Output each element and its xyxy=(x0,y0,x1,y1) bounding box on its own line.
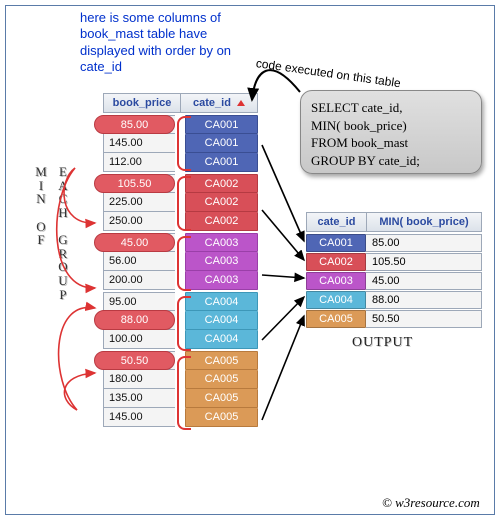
out-min-cell: 105.50 xyxy=(366,253,482,271)
price-cell: 50.50 xyxy=(103,351,175,370)
price-cell: 95.00 xyxy=(103,292,175,311)
col-cate-id: cate_id xyxy=(181,94,257,112)
price-cell: 200.00 xyxy=(103,271,175,290)
cate-cell: CA004 xyxy=(185,292,258,311)
col-book-price: book_price xyxy=(104,94,181,112)
output-row: CA00345.00 xyxy=(306,272,482,290)
sort-asc-icon xyxy=(237,100,245,106)
sql-line: FROM book_mast xyxy=(311,134,471,152)
explanatory-caption: here is some columns of book_mast table … xyxy=(80,10,260,75)
price-cell: 225.00 xyxy=(103,193,175,212)
cate-cell: CA001 xyxy=(185,134,258,153)
price-cell: 105.50 xyxy=(103,174,175,193)
min-highlight-pill: 85.00 xyxy=(94,115,175,134)
cate-cell: CA002 xyxy=(185,174,258,193)
price-cell: 145.00 xyxy=(103,134,175,153)
cate-cell: CA001 xyxy=(185,115,258,134)
output-row: CA002105.50 xyxy=(306,253,482,271)
cate-cell: CA001 xyxy=(185,153,258,172)
min-highlight-pill: 45.00 xyxy=(94,233,175,252)
out-cate-cell: CA004 xyxy=(306,291,366,309)
price-cell: 250.00 xyxy=(103,212,175,231)
price-cell: 180.00 xyxy=(103,370,175,389)
price-cell: 88.00 xyxy=(103,311,175,330)
out-cate-cell: CA002 xyxy=(306,253,366,271)
sql-code-box: SELECT cate_id, MIN( book_price) FROM bo… xyxy=(300,90,482,174)
cate-cell: CA005 xyxy=(185,408,258,427)
group-bracket xyxy=(177,296,191,351)
out-min-cell: 45.00 xyxy=(366,272,482,290)
output-table: cate_id MIN( book_price) CA00185.00CA002… xyxy=(306,212,482,328)
cate-cell: CA004 xyxy=(185,330,258,349)
col-cate-id-label: cate_id xyxy=(193,97,231,109)
min-highlight-pill: 50.50 xyxy=(94,351,175,370)
price-cell: 145.00 xyxy=(103,408,175,427)
cate-cell: CA003 xyxy=(185,252,258,271)
group-bracket xyxy=(177,236,191,291)
input-table-header: book_price cate_id xyxy=(103,93,258,113)
group-bracket xyxy=(177,356,191,430)
cate-cell: CA002 xyxy=(185,212,258,231)
out-min-cell: 85.00 xyxy=(366,234,482,252)
cate-cell: CA002 xyxy=(185,193,258,212)
price-cell: 45.00 xyxy=(103,233,175,252)
copyright-text: © w3resource.com xyxy=(382,495,480,511)
cate-cell: CA005 xyxy=(185,389,258,408)
out-col-cate-id: cate_id xyxy=(307,213,367,231)
output-label: OUTPUT xyxy=(352,335,413,351)
price-cell: 100.00 xyxy=(103,330,175,349)
sql-line: MIN( book_price) xyxy=(311,117,471,135)
price-cell: 135.00 xyxy=(103,389,175,408)
sql-line: SELECT cate_id, xyxy=(311,99,471,117)
output-row: CA00185.00 xyxy=(306,234,482,252)
group-bracket xyxy=(177,176,191,231)
output-row: CA00550.50 xyxy=(306,310,482,328)
out-min-cell: 50.50 xyxy=(366,310,482,328)
price-cell: 112.00 xyxy=(103,153,175,172)
price-cell: 56.00 xyxy=(103,252,175,271)
out-col-min: MIN( book_price) xyxy=(367,213,481,231)
cate-cell: CA004 xyxy=(185,311,258,330)
cate-cell: CA005 xyxy=(185,351,258,370)
cate-cell: CA003 xyxy=(185,271,258,290)
min-highlight-pill: 88.00 xyxy=(94,310,175,330)
output-table-header: cate_id MIN( book_price) xyxy=(306,212,482,232)
cate-cell: CA003 xyxy=(185,233,258,252)
output-row: CA00488.00 xyxy=(306,291,482,309)
out-min-cell: 88.00 xyxy=(366,291,482,309)
min-highlight-pill: 105.50 xyxy=(94,174,175,193)
group-bracket xyxy=(177,116,191,171)
out-cate-cell: CA001 xyxy=(306,234,366,252)
out-cate-cell: CA005 xyxy=(306,310,366,328)
price-cell: 85.00 xyxy=(103,115,175,134)
side-label-each-group: E A C H G R O U P xyxy=(48,165,78,301)
sql-line: GROUP BY cate_id; xyxy=(311,152,471,170)
cate-cell: CA005 xyxy=(185,370,258,389)
out-cate-cell: CA003 xyxy=(306,272,366,290)
